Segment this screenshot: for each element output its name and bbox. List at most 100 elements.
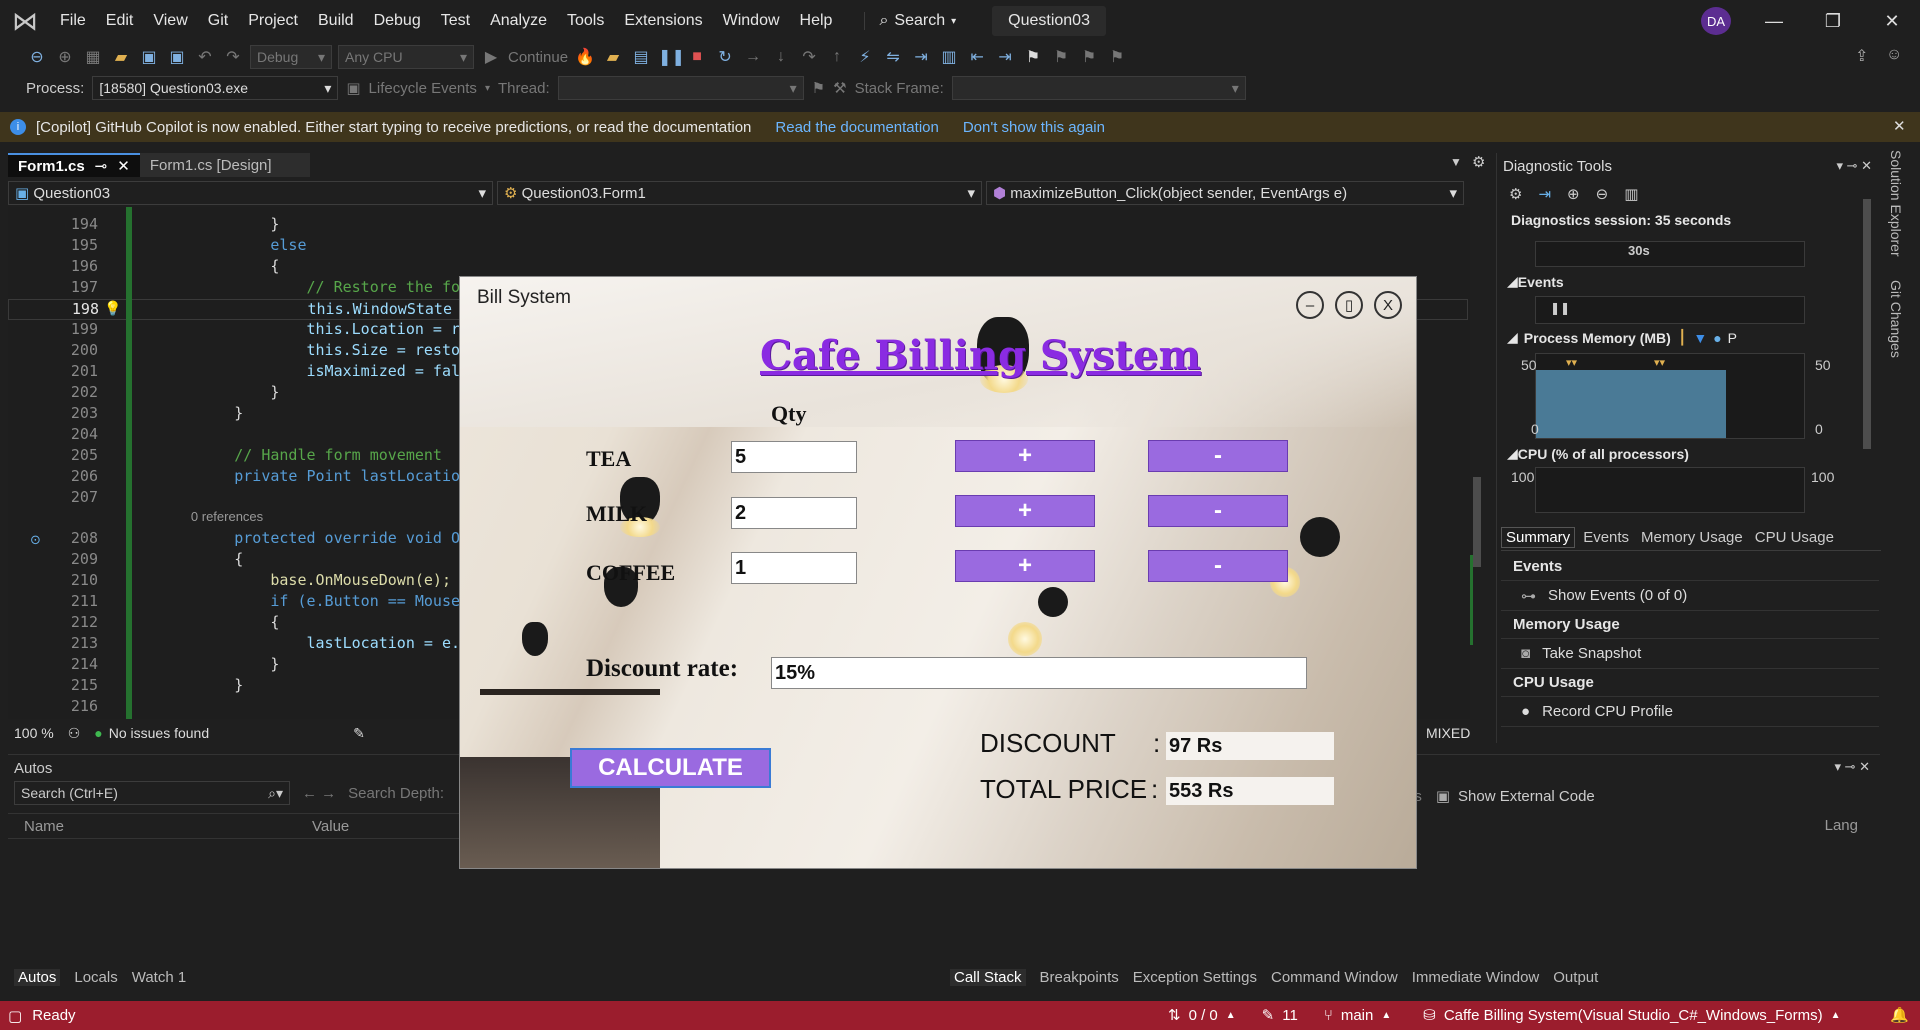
menu-project[interactable]: Project: [238, 12, 308, 30]
collapse-icon[interactable]: ◢: [1507, 329, 1518, 346]
open-folder-icon[interactable]: ▰: [110, 47, 132, 67]
visual-studio-logo-icon[interactable]: ⋈: [0, 0, 50, 42]
column-lang[interactable]: Lang: [1825, 817, 1858, 834]
pause-icon[interactable]: ❚❚: [1550, 301, 1570, 315]
tea-qty-input[interactable]: 5: [731, 441, 857, 473]
chevron-down-icon[interactable]: ▼: [1450, 155, 1462, 169]
menu-help[interactable]: Help: [790, 12, 843, 30]
restore-icon[interactable]: ❐: [1805, 0, 1861, 42]
panel-controls[interactable]: ▾ ⊸ ✕: [1836, 158, 1872, 174]
undo-icon[interactable]: ↶: [194, 47, 216, 67]
save-icon[interactable]: ▣: [138, 47, 160, 67]
column-name[interactable]: Name: [8, 818, 312, 835]
stop-icon[interactable]: ■: [686, 48, 708, 66]
lifecycle-events-button[interactable]: Lifecycle Events: [369, 80, 477, 97]
tab-call-stack[interactable]: Call Stack: [950, 969, 1026, 986]
copilot-icon[interactable]: ⚇: [68, 725, 81, 742]
menu-file[interactable]: File: [50, 12, 96, 30]
step-icon[interactable]: →: [742, 48, 764, 66]
browse-icon[interactable]: ▰: [602, 47, 624, 67]
tab-memory-usage[interactable]: Memory Usage: [1637, 528, 1747, 547]
step-into-icon[interactable]: ↓: [770, 48, 792, 66]
tab-cpu-usage[interactable]: CPU Usage: [1751, 528, 1838, 547]
editor-scrollbar[interactable]: [1470, 207, 1484, 719]
cleanup-icon[interactable]: ✎: [353, 725, 365, 742]
feedback-icon[interactable]: ☺: [1886, 46, 1902, 64]
forward-icon[interactable]: ⊕: [54, 47, 76, 67]
bookmark-icon[interactable]: ⚑: [1022, 47, 1044, 67]
menu-view[interactable]: View: [143, 12, 197, 30]
menu-build[interactable]: Build: [308, 12, 364, 30]
bookmark-prev-icon[interactable]: ⚑: [1050, 47, 1072, 67]
close-icon[interactable]: ✕: [1893, 117, 1906, 135]
notification-bell-icon[interactable]: 🔔: [1890, 1006, 1909, 1024]
show-external-code-button[interactable]: Show External Code: [1458, 788, 1595, 805]
branch-name[interactable]: main: [1341, 1007, 1374, 1024]
errors-count[interactable]: 0 / 0: [1189, 1007, 1218, 1024]
menu-analyze[interactable]: Analyze: [480, 12, 557, 30]
tab-form1-cs[interactable]: Form1.cs ⊸ ✕: [8, 153, 140, 177]
member-select[interactable]: ⬢ maximizeButton_Click(object sender, Ev…: [986, 181, 1464, 205]
coffee-qty-input[interactable]: 1: [731, 552, 857, 584]
redo-icon[interactable]: ↷: [222, 47, 244, 67]
tea-plus-button[interactable]: +: [955, 440, 1095, 472]
menu-tools[interactable]: Tools: [557, 12, 614, 30]
pin-icon[interactable]: ⊸: [95, 157, 108, 175]
hex-icon[interactable]: ⇋: [882, 47, 904, 67]
collapse-icon[interactable]: ◢: [1507, 445, 1518, 462]
zoom-in-icon[interactable]: ⊕: [1567, 185, 1580, 203]
collapse-icon[interactable]: ◢: [1507, 273, 1518, 290]
share-icon[interactable]: ⇪: [1855, 46, 1868, 66]
diagnostics-icon[interactable]: ⚡: [854, 47, 876, 67]
coffee-minus-button[interactable]: -: [1148, 550, 1288, 582]
calculate-button[interactable]: CALCULATE: [570, 748, 771, 788]
menu-test[interactable]: Test: [431, 12, 480, 30]
scroll-thumb[interactable]: [1473, 477, 1481, 567]
configuration-select[interactable]: Debug ▾: [250, 45, 332, 69]
line-ending-status[interactable]: MIXED: [1426, 725, 1470, 741]
tab-exception-settings[interactable]: Exception Settings: [1133, 969, 1257, 986]
close-icon[interactable]: ✕: [117, 157, 130, 175]
flag-icon[interactable]: ⚑: [812, 79, 825, 97]
bookmark-clear-icon[interactable]: ⚑: [1106, 47, 1128, 67]
record-cpu-button[interactable]: ● Record CPU Profile: [1501, 697, 1879, 727]
threads-icon[interactable]: ⇥: [910, 47, 932, 67]
milk-qty-input[interactable]: 2: [731, 497, 857, 529]
memory-chart[interactable]: ▾▾ ▾▾: [1535, 353, 1805, 439]
tab-solution-explorer[interactable]: Solution Explorer: [1888, 150, 1904, 257]
menu-window[interactable]: Window: [713, 12, 790, 30]
tab-events[interactable]: Events: [1579, 528, 1633, 547]
timeline-ruler[interactable]: 30s: [1535, 241, 1805, 267]
menu-extensions[interactable]: Extensions: [614, 12, 712, 30]
zoom-select[interactable]: 100 %: [14, 725, 54, 741]
menu-debug[interactable]: Debug: [364, 12, 431, 30]
changes-count[interactable]: 11: [1282, 1007, 1298, 1024]
step-over-icon[interactable]: ↷: [798, 47, 820, 67]
form-minimize-button[interactable]: –: [1296, 291, 1324, 319]
discount-rate-input[interactable]: 15%: [771, 657, 1307, 689]
windows-icon[interactable]: ▥: [938, 47, 960, 67]
coffee-plus-button[interactable]: +: [955, 550, 1095, 582]
milk-plus-button[interactable]: +: [955, 495, 1095, 527]
sync-icon[interactable]: ⇅: [1168, 1006, 1181, 1024]
layout-icon[interactable]: ▤: [630, 47, 652, 67]
step-out-icon[interactable]: ↑: [826, 48, 848, 66]
take-snapshot-button[interactable]: ◙ Take Snapshot: [1501, 639, 1879, 669]
pause-icon[interactable]: ❚❚: [658, 47, 685, 67]
back-icon[interactable]: ⊖: [26, 47, 48, 67]
minimize-icon[interactable]: —: [1746, 0, 1802, 42]
tab-command-window[interactable]: Command Window: [1271, 969, 1398, 986]
outdent-icon[interactable]: ⇥: [994, 47, 1016, 67]
play-icon[interactable]: ▶: [480, 47, 502, 67]
form-close-button[interactable]: X: [1374, 291, 1402, 319]
tab-form1-design[interactable]: Form1.cs [Design]: [139, 153, 310, 177]
chart-icon[interactable]: ▥: [1624, 185, 1638, 203]
avatar[interactable]: DA: [1701, 7, 1731, 35]
repository-name[interactable]: Caffe Billing System(Visual Studio_C#_Wi…: [1444, 1007, 1823, 1024]
tab-summary[interactable]: Summary: [1501, 527, 1576, 548]
tab-immediate-window[interactable]: Immediate Window: [1412, 969, 1540, 986]
continue-button[interactable]: Continue: [508, 49, 568, 66]
platform-select[interactable]: Any CPU ▾: [338, 45, 474, 69]
column-value[interactable]: Value: [312, 818, 349, 835]
dont-show-link[interactable]: Don't show this again: [963, 119, 1105, 136]
